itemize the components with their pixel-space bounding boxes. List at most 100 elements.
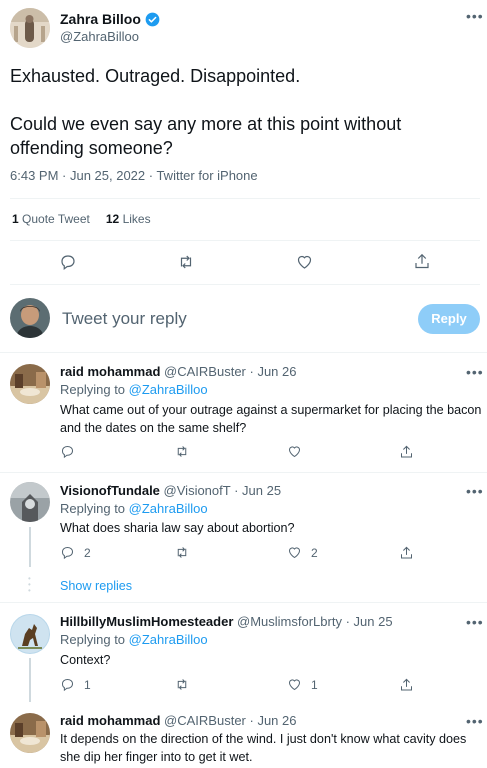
main-tweet-meta[interactable]: 6:43 PM · Jun 25, 2022 · Twitter for iPh… <box>10 168 258 183</box>
reply-2-reply-button[interactable]: 2 <box>60 545 91 560</box>
replying-to-link[interactable]: @ZahraBilloo <box>129 632 208 647</box>
reply-3-name[interactable]: HillbillyMuslimHomesteader <box>60 614 233 629</box>
reply-2-date[interactable]: · Jun 25 <box>234 483 281 498</box>
reply-2-avatar[interactable] <box>10 482 50 522</box>
reply-composer-input[interactable]: Tweet your reply <box>62 309 187 329</box>
quote-tweets-stat[interactable]: 1 Quote Tweet <box>12 212 90 226</box>
like-button[interactable] <box>295 253 314 271</box>
reply-1-replying-to: Replying to @ZahraBilloo <box>60 382 208 397</box>
more-icon[interactable]: ••• <box>466 714 484 728</box>
reply-4-avatar[interactable] <box>10 713 50 753</box>
reply-submit-button[interactable]: Reply <box>418 304 480 334</box>
more-icon[interactable]: ••• <box>466 365 484 379</box>
main-author-avatar[interactable] <box>10 8 50 48</box>
like-icon <box>297 255 312 269</box>
reply-2-header: VisionofTundale @VisionofT · Jun 25 <box>60 483 281 498</box>
reply-button[interactable] <box>59 253 77 271</box>
reply-1-handle[interactable]: @CAIRBuster <box>164 364 246 379</box>
like-count: 2 <box>311 545 318 560</box>
reply-4-text-line-2: she dip her finger into to get it wet. <box>60 750 253 764</box>
thread-line <box>29 658 31 702</box>
reply-3-text: Context? <box>60 653 111 667</box>
reply-icon <box>61 678 74 692</box>
reply-3-like-button[interactable]: 1 <box>287 677 318 692</box>
reply-3-handle[interactable]: @MuslimsforLbrty <box>237 614 342 629</box>
like-label: Likes <box>122 212 151 226</box>
quote-label: Quote Tweet <box>22 212 90 226</box>
reply-3-share-button[interactable] <box>399 677 414 693</box>
retweet-button[interactable] <box>176 253 196 271</box>
reply-1-name[interactable]: raid mohammad <box>60 364 160 379</box>
reply-1-text: What came out of your outrage against a … <box>60 401 481 437</box>
replying-to-link[interactable]: @ZahraBilloo <box>129 501 208 516</box>
like-icon <box>288 446 301 458</box>
likes-stat[interactable]: 12 Likes <box>106 212 151 226</box>
replying-prefix: Replying to <box>60 382 126 397</box>
share-button[interactable] <box>413 252 431 271</box>
reply-2-replying-to: Replying to @ZahraBilloo <box>60 501 208 516</box>
reply-1-retweet-button[interactable] <box>174 444 190 459</box>
reply-4-header: raid mohammad @CAIRBuster · Jun 26 <box>60 713 296 728</box>
verified-badge-icon <box>145 12 160 27</box>
reply-2-text: What does sharia law say about abortion? <box>60 521 295 535</box>
reply-4-name[interactable]: raid mohammad <box>60 713 160 728</box>
main-author-handle[interactable]: @ZahraBilloo <box>60 29 139 44</box>
main-tweet-line-3: offending someone? <box>10 138 173 158</box>
reply-2-handle[interactable]: @VisionofT <box>164 483 231 498</box>
reply-3-retweet-button[interactable] <box>174 677 190 692</box>
retweet-icon <box>177 547 187 558</box>
divider <box>0 602 487 603</box>
replying-prefix: Replying to <box>60 501 126 516</box>
retweet-icon <box>180 255 192 269</box>
share-icon <box>415 253 429 269</box>
like-count: 12 <box>105 212 120 226</box>
more-icon[interactable]: ••• <box>466 484 484 498</box>
main-tweet-line-2: Could we even say any more at this point… <box>10 114 402 134</box>
show-replies-link[interactable]: Show replies <box>60 579 132 593</box>
reply-2-like-button[interactable]: 2 <box>287 545 318 560</box>
divider <box>0 472 487 473</box>
reply-3-header: HillbillyMuslimHomesteader @MuslimsforLb… <box>60 614 393 629</box>
divider <box>0 352 487 353</box>
engagement-stats: 1 Quote Tweet 12 Likes <box>12 212 151 226</box>
main-tweet-line-1: Exhausted. Outraged. Disappointed. <box>10 66 301 86</box>
like-count: 1 <box>311 677 318 692</box>
reply-count: 1 <box>84 677 91 692</box>
reply-4-text-line-1: It depends on the direction of the wind.… <box>60 732 467 746</box>
main-author-name[interactable]: Zahra Billoo <box>60 11 141 27</box>
more-icon[interactable]: ••• <box>466 615 484 629</box>
reply-1-share-button[interactable] <box>399 444 414 460</box>
divider <box>10 198 480 199</box>
retweet-icon <box>177 679 187 690</box>
reply-icon <box>61 546 74 560</box>
reply-2-retweet-button[interactable] <box>174 545 190 560</box>
thread-dots: • • • <box>28 574 31 595</box>
reply-3-avatar[interactable] <box>10 614 50 654</box>
thread-line <box>29 527 31 567</box>
reply-1-reply-button[interactable] <box>60 444 75 459</box>
reply-1-date[interactable]: · Jun 26 <box>250 364 297 379</box>
reply-3-reply-button[interactable]: 1 <box>60 677 91 692</box>
reply-1-avatar[interactable] <box>10 364 50 404</box>
replying-prefix: Replying to <box>60 632 126 647</box>
main-tweet-text: Exhausted. Outraged. Disappointed. Could… <box>10 64 480 160</box>
reply-2-name[interactable]: VisionofTundale <box>60 483 160 498</box>
reply-1-text-line-1: What came out of your outrage against a … <box>60 403 482 417</box>
reply-icon <box>61 445 74 459</box>
reply-4-date[interactable]: · Jun 26 <box>250 713 297 728</box>
divider <box>10 284 480 285</box>
composer-avatar <box>10 298 50 338</box>
reply-4-handle[interactable]: @CAIRBuster <box>164 713 246 728</box>
reply-count: 2 <box>84 545 91 560</box>
reply-1-like-button[interactable] <box>287 444 302 459</box>
reply-3-date[interactable]: · Jun 25 <box>346 614 393 629</box>
reply-3-replying-to: Replying to @ZahraBilloo <box>60 632 208 647</box>
main-author-name-row: Zahra Billoo <box>60 10 160 28</box>
replying-to-link[interactable]: @ZahraBilloo <box>129 382 208 397</box>
more-icon[interactable]: ••• <box>466 9 484 23</box>
reply-2-share-button[interactable] <box>399 545 414 561</box>
reply-1-header: raid mohammad @CAIRBuster · Jun 26 <box>60 364 296 379</box>
reply-icon <box>61 255 75 270</box>
like-icon <box>288 679 301 691</box>
retweet-icon <box>177 446 187 457</box>
